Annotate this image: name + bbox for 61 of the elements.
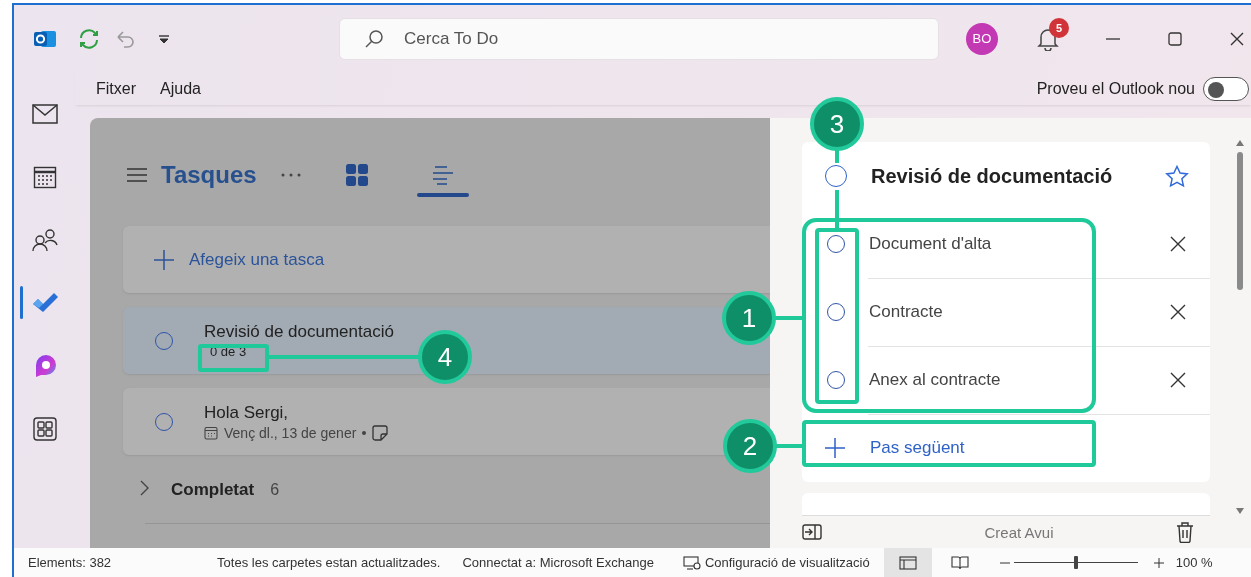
try-new-label: Proveu el Outlook nou [1036,79,1195,98]
zoom-in-icon[interactable] [1153,557,1164,568]
dropdown-icon[interactable] [158,33,170,44]
calendar-icon [32,164,57,189]
calendar-icon [204,425,218,440]
step-label[interactable]: Contracte [869,302,1170,322]
apps-icon [32,416,57,441]
close-icon[interactable] [1170,236,1186,252]
note-icon [372,424,389,441]
maximize-icon[interactable] [1167,30,1183,47]
menu-item[interactable]: Ajuda [160,79,201,98]
search-icon [364,28,384,49]
sync-status: Totes les carpetes estan actualitzades. [217,555,441,570]
toggle-switch[interactable] [1203,76,1249,101]
scroll-down-icon[interactable] [1236,508,1244,514]
add-step-button[interactable]: Pas següent [802,414,1210,482]
scroll-thumb[interactable] [1237,152,1243,290]
trash-icon[interactable] [1176,521,1194,543]
search-bar[interactable]: Cerca To Do [339,17,939,60]
grid-icon [345,164,368,186]
close-icon[interactable] [1229,30,1245,47]
mail-icon [31,103,58,124]
group-label: Completat [171,480,255,500]
view-settings-button[interactable]: Configuració de visualització [682,555,870,570]
hide-pane-icon[interactable] [802,524,822,540]
monitor-gear-icon [682,555,701,570]
step-label[interactable]: Anex al contracte [869,370,1170,390]
task-title: Revisió de documentació [204,322,394,342]
people-icon [31,227,58,252]
book-icon [950,555,969,570]
connection-status: Connectat a: Microsoft Exchange [462,555,654,570]
chevron-right-icon [138,479,150,497]
list-icon [431,165,454,185]
close-icon[interactable] [1170,304,1186,320]
star-icon[interactable] [1165,164,1189,188]
sync-icon[interactable] [77,26,101,51]
created-label: Creat Avui [984,523,1054,541]
item-count: Elements: 382 [28,555,112,570]
task-title: Hola Sergi, [204,402,290,423]
normal-view-button[interactable] [883,548,932,577]
menu-item[interactable]: Fitxer [96,79,136,98]
zoom-reading: 100 % [1175,555,1213,570]
detail-title: Revisió de documentació [871,164,1114,188]
close-icon[interactable] [1170,372,1186,388]
callout-frame [198,344,269,372]
plus-icon [825,438,845,458]
add-task-button[interactable]: Afegeix una tasca [123,226,770,293]
search-field[interactable]: Cerca To Do [402,27,806,50]
dot-separator-icon [362,430,367,435]
group-count: 6 [270,481,280,499]
avatar[interactable]: BO [966,22,998,55]
plus-icon [154,249,174,270]
layout-icon [898,555,917,570]
notification-badge: 5 [1049,17,1069,38]
step-label[interactable]: Document d'alta [869,234,1170,254]
more-icon[interactable] [279,172,302,178]
due-date: Venç dl., 13 de gener [224,424,357,441]
scroll-up-icon[interactable] [1236,140,1244,146]
zoom-slider-thumb[interactable] [1073,556,1078,569]
list-title: Tasques [161,161,257,189]
menu-icon[interactable] [126,167,148,183]
